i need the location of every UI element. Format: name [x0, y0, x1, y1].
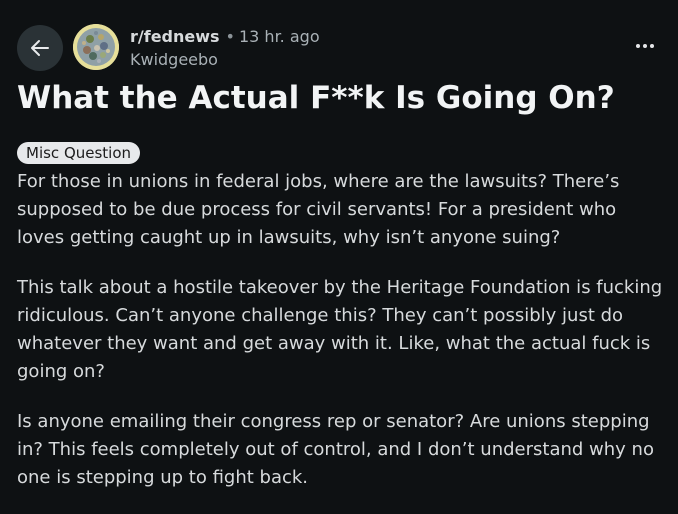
post-timestamp: 13 hr. ago: [238, 27, 320, 46]
meta-separator: •: [225, 27, 235, 46]
post-meta: r/fednews • 13 hr. ago Kwidgeebo: [130, 26, 320, 71]
back-button[interactable]: [17, 25, 63, 71]
meta-row: r/fednews • 13 hr. ago: [130, 26, 320, 48]
author-link[interactable]: Kwidgeebo: [130, 49, 320, 71]
post-body: For those in unions in federal jobs, whe…: [17, 168, 667, 514]
more-options-button[interactable]: [628, 34, 662, 58]
post-title: What the Actual F**k Is Going On?: [17, 80, 615, 116]
more-options-icon-dot: [650, 44, 654, 48]
post-flair[interactable]: Misc Question: [17, 142, 141, 164]
more-options-icon-dot: [643, 44, 647, 48]
more-options-icon: [636, 44, 640, 48]
subreddit-link[interactable]: r/fednews: [130, 27, 220, 46]
post-paragraph: For those in unions in federal jobs, whe…: [17, 171, 620, 248]
avatar-image: [73, 24, 119, 70]
post-paragraph: Is anyone emailing their congress rep or…: [17, 411, 654, 488]
post-header: r/fednews • 13 hr. ago Kwidgeebo: [0, 0, 678, 80]
back-arrow-icon: [31, 40, 49, 56]
post-paragraph: This talk about a hostile takeover by th…: [17, 277, 663, 382]
subreddit-avatar[interactable]: [73, 24, 119, 70]
